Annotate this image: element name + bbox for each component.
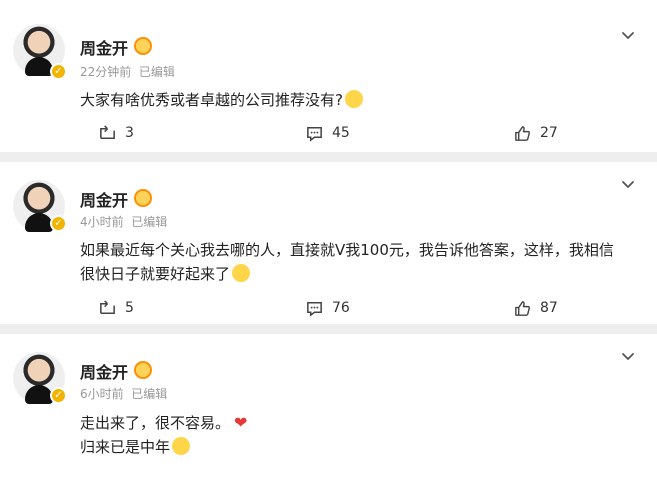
author-name[interactable]: 周金开: [80, 359, 128, 383]
repost-count: 3: [125, 125, 134, 141]
like-icon: [515, 125, 530, 141]
verified-icon: ✓: [50, 63, 67, 80]
vip-badge-icon: [134, 361, 152, 379]
like-button[interactable]: 27: [513, 123, 558, 143]
repost-icon: [100, 124, 115, 139]
comment-count: 45: [332, 125, 350, 141]
repost-button[interactable]: 3: [98, 123, 134, 143]
post-text-line: 如果最近每个关心我去哪的人，直接就V我100元，我告诉他答案，这样，我相信: [80, 241, 614, 259]
comment-icon: [307, 126, 322, 142]
emoji-icon: [232, 264, 251, 282]
verified-icon: ✓: [50, 387, 67, 404]
separator: [0, 324, 657, 334]
like-count: 87: [540, 300, 558, 316]
chevron-down-icon[interactable]: [620, 177, 636, 193]
post-card[interactable]: ✓ 周金开 22分钟前 已编辑 大家有啥优秀或者卓越的公司推荐没有? 3 45 …: [0, 0, 657, 152]
post-time: 4小时前 已编辑: [80, 215, 168, 229]
like-button[interactable]: 87: [513, 298, 558, 318]
post-text: 大家有啥优秀或者卓越的公司推荐没有?: [80, 88, 640, 112]
author-name[interactable]: 周金开: [80, 35, 128, 59]
post-text: 如果最近每个关心我去哪的人，直接就V我100元，我告诉他答案，这样，我相信 很快…: [80, 238, 640, 286]
post-text: 走出来了，很不容易。 ❤ 归来已是中年: [80, 411, 640, 459]
separator: [0, 152, 657, 162]
post-card[interactable]: ✓ 周金开 6小时前 已编辑 走出来了，很不容易。 ❤ 归来已是中年: [0, 334, 657, 482]
post-time: 22分钟前 已编辑: [80, 65, 175, 79]
repost-count: 5: [125, 300, 134, 316]
post-text-line: 走出来了，很不容易。 ❤: [80, 411, 640, 435]
emoji-icon: [172, 437, 191, 455]
vip-badge-icon: [134, 37, 152, 55]
like-icon: [515, 300, 530, 316]
post-card[interactable]: ✓ 周金开 4小时前 已编辑 如果最近每个关心我去哪的人，直接就V我100元，我…: [0, 162, 657, 324]
emoji-icon: [344, 90, 363, 108]
comment-count: 76: [332, 300, 350, 316]
repost-icon: [100, 299, 115, 314]
post-text-line: 很快日子就要好起来了: [80, 262, 640, 286]
heart-icon: ❤: [234, 413, 248, 432]
repost-button[interactable]: 5: [98, 298, 134, 318]
verified-icon: ✓: [50, 215, 67, 232]
weibo-feed: ✓ 周金开 22分钟前 已编辑 大家有啥优秀或者卓越的公司推荐没有? 3 45 …: [0, 0, 657, 482]
vip-badge-icon: [134, 189, 152, 207]
author-name[interactable]: 周金开: [80, 187, 128, 211]
comment-button[interactable]: 45: [305, 123, 350, 143]
chevron-down-icon[interactable]: [620, 349, 636, 365]
post-time: 6小时前 已编辑: [80, 387, 168, 401]
post-text-line: 归来已是中年: [80, 435, 640, 459]
comment-button[interactable]: 76: [305, 298, 350, 318]
chevron-down-icon[interactable]: [620, 28, 636, 44]
like-count: 27: [540, 125, 558, 141]
comment-icon: [307, 301, 322, 317]
